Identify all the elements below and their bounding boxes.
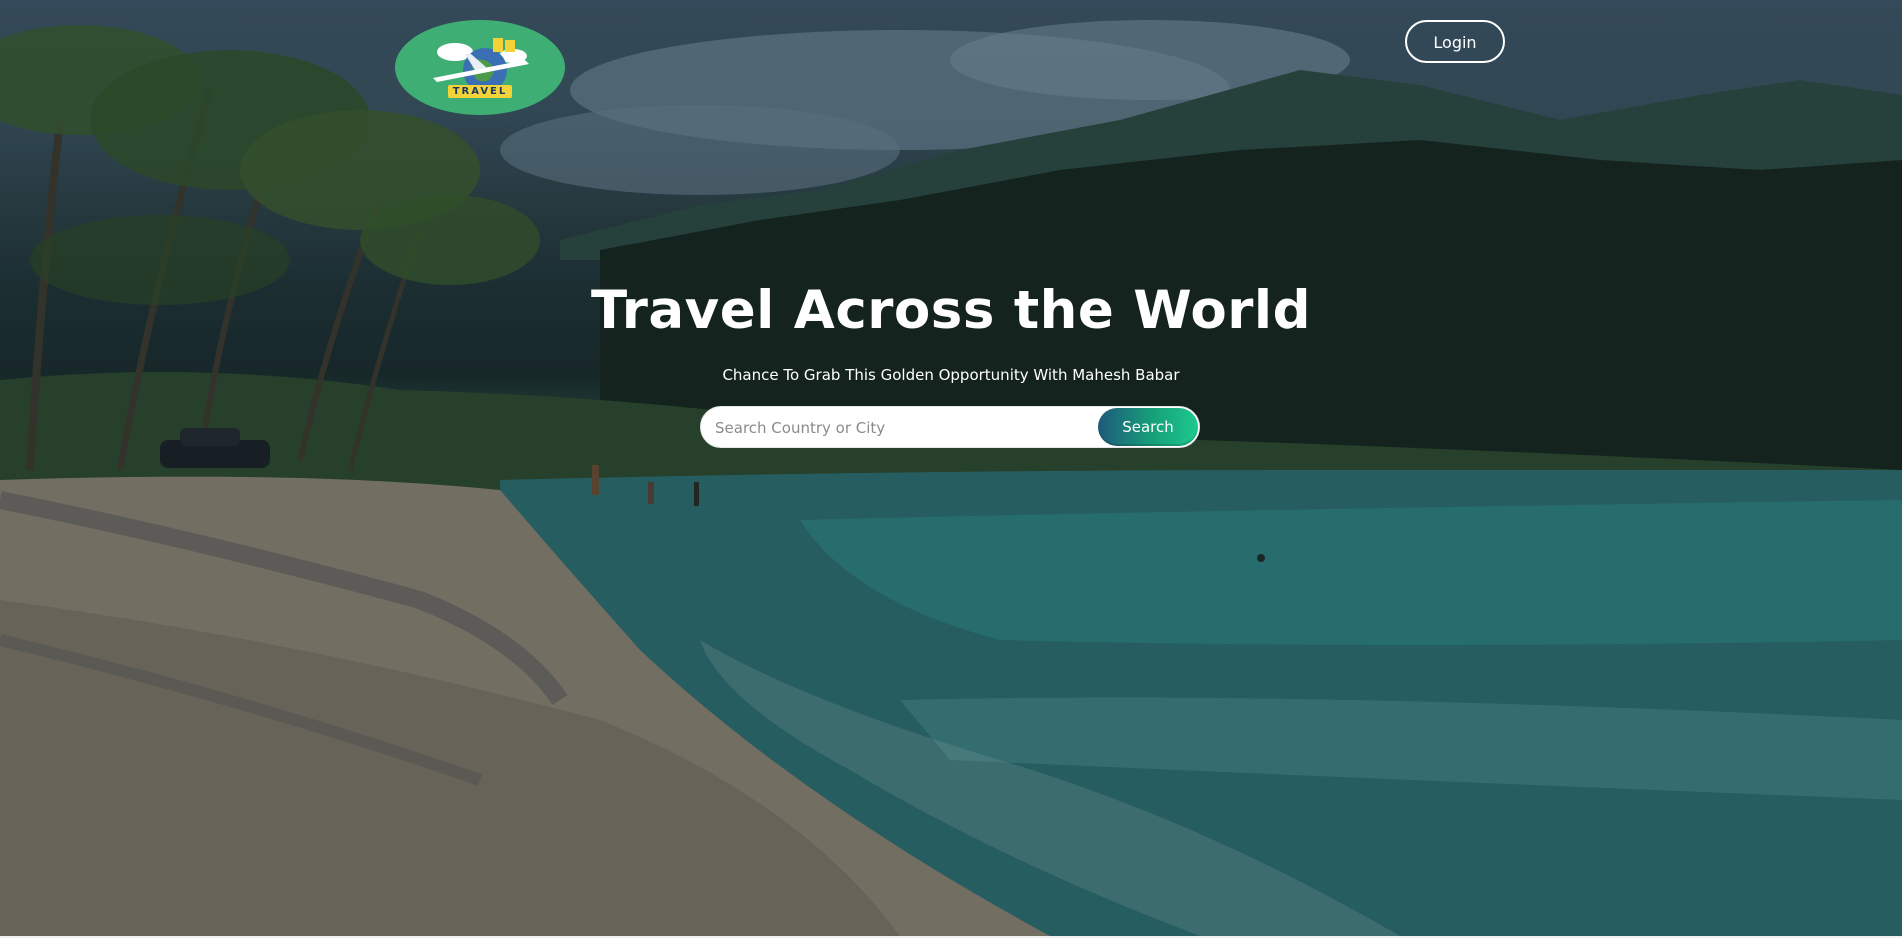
hero-subtitle: Chance To Grab This Golden Opportunity W… <box>722 366 1180 384</box>
globe-airplane-logo-icon <box>395 20 565 114</box>
search-bar: Search <box>700 406 1200 449</box>
search-button[interactable]: Search <box>1098 408 1198 446</box>
hero-section <box>0 0 1902 936</box>
background-dim-overlay <box>0 0 1902 936</box>
login-button[interactable]: Login <box>1405 20 1505 63</box>
hero-title: Travel Across the World <box>590 280 1312 341</box>
search-input[interactable] <box>713 407 1097 449</box>
logo-text: TRAVEL <box>395 85 565 98</box>
site-logo[interactable]: TRAVEL <box>395 20 565 115</box>
